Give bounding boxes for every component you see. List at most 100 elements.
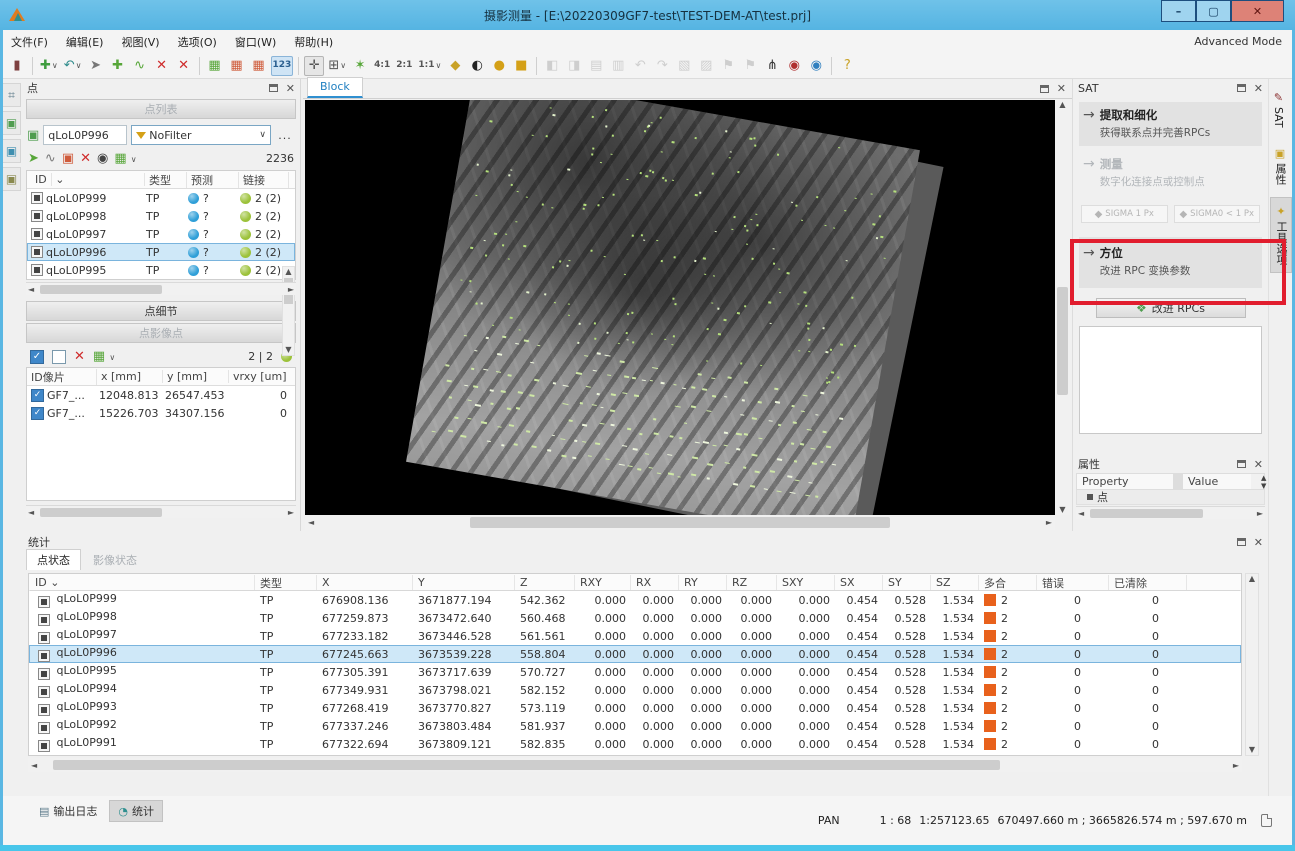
menu-item[interactable]: 视图(V): [121, 34, 159, 50]
zoom-2-1-icon[interactable]: 2:1: [394, 56, 414, 76]
col-type[interactable]: 类型: [145, 172, 187, 188]
stats-col-type[interactable]: 类型: [255, 575, 317, 590]
maximize-button[interactable]: ▢: [1196, 0, 1231, 22]
point-list-row[interactable]: qLoL0P999TP?2 (2): [27, 189, 295, 207]
zoom-window-icon[interactable]: ⊞∨: [326, 56, 348, 76]
stats-tab-影像状态[interactable]: 影像状态: [83, 550, 147, 570]
goto-point-icon[interactable]: ➤: [28, 151, 39, 166]
stats-col-sz[interactable]: SZ: [931, 575, 979, 590]
stats-col-x[interactable]: X: [317, 575, 413, 590]
sat-step-extract[interactable]: → 提取和细化获得联系点并完善RPCs: [1079, 102, 1262, 146]
dock-tab-SAT[interactable]: ✎SAT: [1270, 84, 1287, 135]
context-help-icon[interactable]: ?: [837, 56, 857, 76]
image-point-row[interactable]: ✓GF7_...15226.70334307.1560: [27, 404, 295, 422]
contrast-icon[interactable]: ◐: [467, 56, 487, 76]
delete-image-point-icon[interactable]: ✕: [152, 56, 172, 76]
statistics-row[interactable]: qLoL0P993TP677268.4193673770.827573.1190…: [29, 699, 1241, 717]
menu-item[interactable]: 编辑(E): [66, 34, 104, 50]
dock-tab-photos[interactable]: ▣: [3, 111, 21, 135]
snap-left-icon[interactable]: ▤: [586, 56, 606, 76]
tab-block[interactable]: Block: [307, 77, 363, 98]
col-image-id[interactable]: ID像片: [27, 369, 97, 385]
flag-icon[interactable]: ⚑: [718, 56, 738, 76]
bottom-tab-输出日志[interactable]: ▤输出日志: [31, 800, 105, 822]
zoom-4-1-icon[interactable]: 4:1: [372, 56, 392, 76]
save-icon[interactable]: ▮: [7, 56, 27, 76]
sat-step-orientation[interactable]: → 方位改进 RPC 变换参数: [1079, 237, 1262, 288]
close-panel-icon[interactable]: ✕: [1254, 536, 1263, 549]
statistics-row[interactable]: qLoL0P995TP677305.3913673717.639570.7270…: [29, 663, 1241, 681]
col-property[interactable]: Property: [1077, 475, 1173, 488]
point-list-row[interactable]: qLoL0P997TP?2 (2): [27, 225, 295, 243]
point-table-icon[interactable]: ▦ ∨: [114, 151, 136, 166]
measure-path-icon[interactable]: ∿: [45, 151, 56, 166]
select-cursor-icon[interactable]: ➤: [86, 56, 106, 76]
properties-vscrollbar[interactable]: ▲▼: [1251, 474, 1264, 489]
delete-image-point-icon[interactable]: ✕: [74, 349, 85, 364]
dock-tab-3d-view[interactable]: ⌗: [3, 83, 21, 107]
point-snapshot-icon[interactable]: ▣: [27, 128, 39, 143]
globe-icon[interactable]: ◉: [784, 56, 804, 76]
col-id[interactable]: ID ⌄: [27, 173, 145, 186]
dock-tab-stereo[interactable]: ▣: [3, 139, 21, 163]
unlock-icon[interactable]: ●: [489, 56, 509, 76]
select-all-checkbox[interactable]: ✓: [30, 350, 44, 364]
statistics-vscrollbar[interactable]: ▲▼: [1245, 573, 1259, 756]
statistics-row[interactable]: qLoL0P996TP677245.6633673539.228558.8040…: [29, 645, 1241, 663]
point-list-row[interactable]: qLoL0P998TP?2 (2): [27, 207, 295, 225]
dock-tab-工具选项[interactable]: ✦工具选项: [1270, 197, 1292, 273]
stats-col-rxy[interactable]: RXY: [575, 575, 631, 590]
stats-col-rx[interactable]: RX: [631, 575, 679, 590]
image-reject-all-icon[interactable]: ▦: [249, 56, 269, 76]
point-list-row[interactable]: qLoL0P996TP?2 (2): [27, 243, 295, 261]
col-links[interactable]: 链接: [239, 172, 289, 188]
point-list-row[interactable]: qLoL0P995TP?2 (2): [27, 261, 295, 279]
sat-quality-chip[interactable]: ◆SIGMA0 < 1 Px: [1174, 205, 1261, 223]
image-points-hscrollbar[interactable]: ◄►: [26, 505, 296, 518]
rotate-left-icon[interactable]: ↶: [630, 56, 650, 76]
close-panel-icon[interactable]: ✕: [286, 82, 295, 95]
stats-col-sx[interactable]: SX: [835, 575, 883, 590]
block-hscrollbar[interactable]: ◄►: [305, 515, 1055, 530]
close-panel-icon[interactable]: ✕: [1254, 82, 1263, 95]
globe-alt-icon[interactable]: ◉: [806, 56, 826, 76]
image-accept-icon[interactable]: ▦: [205, 56, 225, 76]
undo-icon[interactable]: ↶∨: [62, 56, 84, 76]
stats-col-multi[interactable]: 多合: [979, 575, 1037, 590]
merge-points-icon[interactable]: ◧: [542, 56, 562, 76]
stats-col-rz[interactable]: RZ: [727, 575, 777, 590]
statistics-row[interactable]: qLoL0P998TP677259.8733673472.640560.4680…: [29, 609, 1241, 627]
pick-point-icon[interactable]: ✚: [108, 56, 128, 76]
point-list-section-header[interactable]: 点列表: [26, 99, 296, 119]
menu-item[interactable]: 文件(F): [11, 34, 48, 50]
select-none-checkbox[interactable]: [52, 350, 66, 364]
statistics-row[interactable]: qLoL0P992TP677337.2463673803.484581.9370…: [29, 717, 1241, 735]
remove-image-icon[interactable]: ▣: [62, 151, 74, 166]
stats-col-id[interactable]: ID ⌄: [30, 575, 255, 590]
stats-col-ry[interactable]: RY: [679, 575, 727, 590]
show-point-ids-icon[interactable]: 123: [271, 56, 294, 76]
add-images-icon[interactable]: ✚∨: [38, 56, 60, 76]
shift-up-icon[interactable]: ▧: [674, 56, 694, 76]
image-reject-icon[interactable]: ▦: [227, 56, 247, 76]
statistics-row[interactable]: qLoL0P994TP677349.9313673798.021582.1520…: [29, 681, 1241, 699]
float-panel-icon[interactable]: [1237, 84, 1246, 92]
tripod-icon[interactable]: ⋔: [762, 56, 782, 76]
lock-icon[interactable]: ■: [511, 56, 531, 76]
zoom-fit-icon[interactable]: ✶: [350, 56, 370, 76]
find-point-icon[interactable]: ◉: [97, 151, 108, 166]
zoom-1-1-icon[interactable]: 1:1∨: [416, 56, 443, 76]
col-vrxy[interactable]: vrxy [um]: [229, 370, 291, 383]
menu-item[interactable]: 窗口(W): [235, 34, 276, 50]
point-list-vscrollbar[interactable]: ▲▼: [282, 266, 295, 356]
close-button[interactable]: ✕: [1231, 0, 1284, 22]
statistics-row[interactable]: qLoL0P991TP677322.6943673809.121582.8350…: [29, 735, 1241, 753]
image-point-checkbox[interactable]: ✓: [31, 389, 44, 402]
properties-row[interactable]: 点: [1076, 490, 1265, 505]
split-points-icon[interactable]: ◨: [564, 56, 584, 76]
dock-tab-project[interactable]: ▣: [3, 167, 21, 191]
statistics-hscrollbar[interactable]: ◄►: [28, 758, 1242, 772]
dock-tab-属性[interactable]: ▣属性: [1270, 140, 1290, 192]
filter-more-button[interactable]: ...: [275, 129, 295, 142]
filter-select[interactable]: NoFilter ∨: [131, 125, 271, 145]
